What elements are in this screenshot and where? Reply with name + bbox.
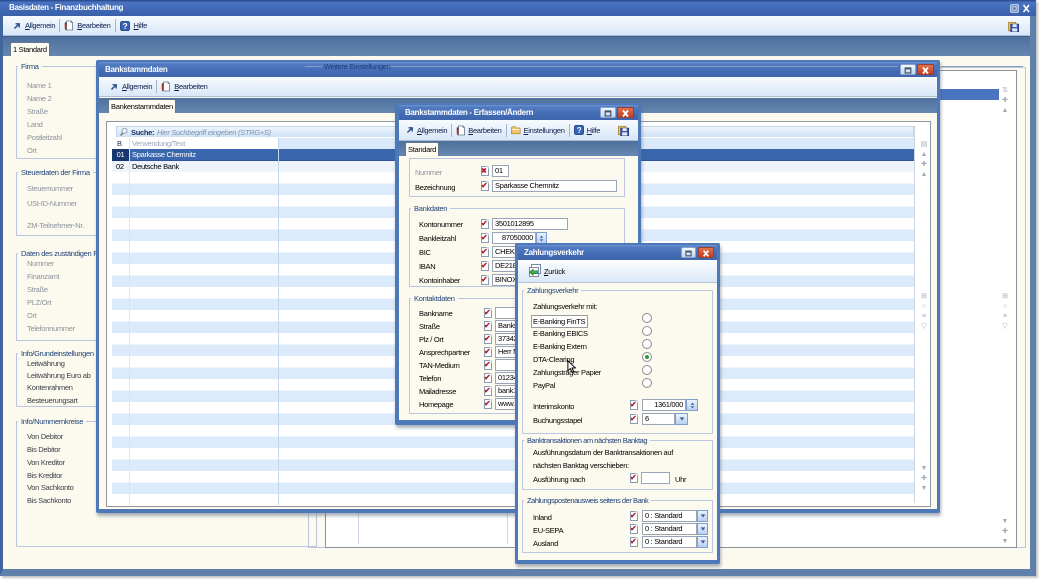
svg-text:?: ? xyxy=(576,126,581,135)
svg-text:?: ? xyxy=(122,21,127,30)
